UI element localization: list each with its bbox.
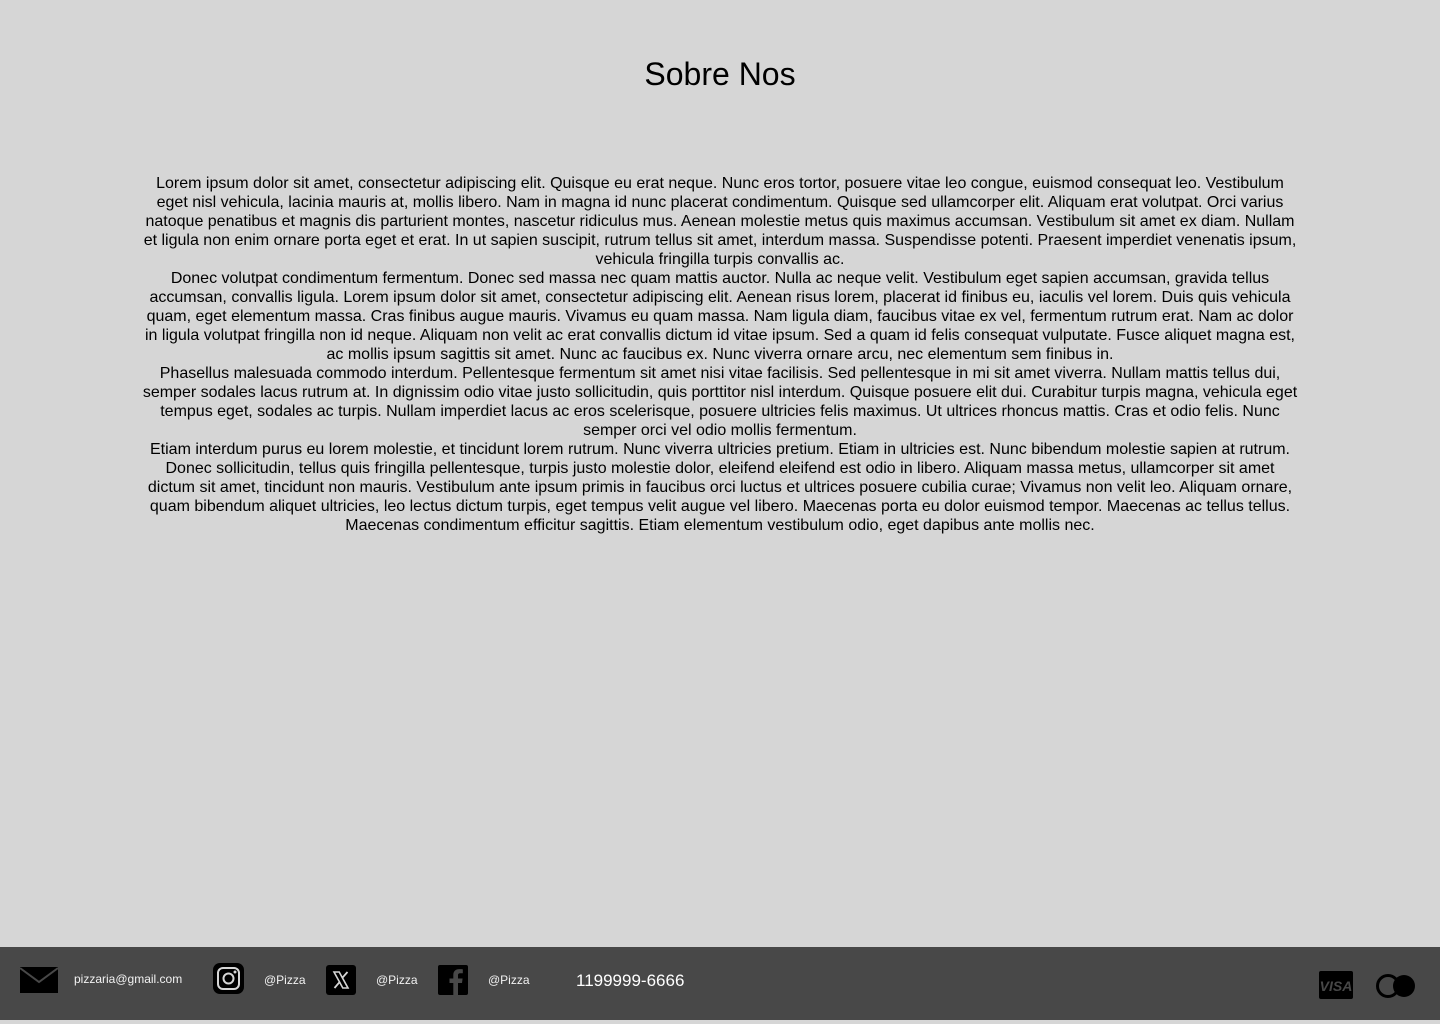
page-title: Sobre Nos [644, 56, 796, 92]
mastercard-icon [1376, 973, 1418, 999]
footer: pizzaria@gmail.com @Pizza @Pizza @Pizza … [0, 947, 1440, 1020]
about-paragraph: Etiam interdum purus eu lorem molestie, … [147, 441, 1293, 534]
visa-icon: VISA [1319, 971, 1353, 999]
about-paragraph: Donec volutpat condimentum fermentum. Do… [145, 270, 1295, 363]
facebook-handle[interactable]: @Pizza [488, 973, 530, 987]
instagram-icon[interactable] [213, 963, 244, 994]
about-paragraph: Lorem ipsum dolor sit amet, consectetur … [143, 175, 1297, 268]
about-paragraph: Phasellus malesuada commodo interdum. Pe… [142, 365, 1298, 439]
x-handle[interactable]: @Pizza [376, 973, 418, 987]
visa-text: VISA [1320, 978, 1353, 994]
email-link[interactable]: pizzaria@gmail.com [74, 972, 182, 986]
instagram-handle[interactable]: @Pizza [264, 973, 306, 987]
mail-icon[interactable] [20, 967, 58, 993]
phone-number[interactable]: 1199999-6666 [576, 971, 684, 991]
about-text: Lorem ipsum dolor sit amet, consectetur … [140, 174, 1300, 535]
facebook-icon[interactable] [438, 965, 468, 995]
x-icon[interactable] [326, 965, 356, 995]
